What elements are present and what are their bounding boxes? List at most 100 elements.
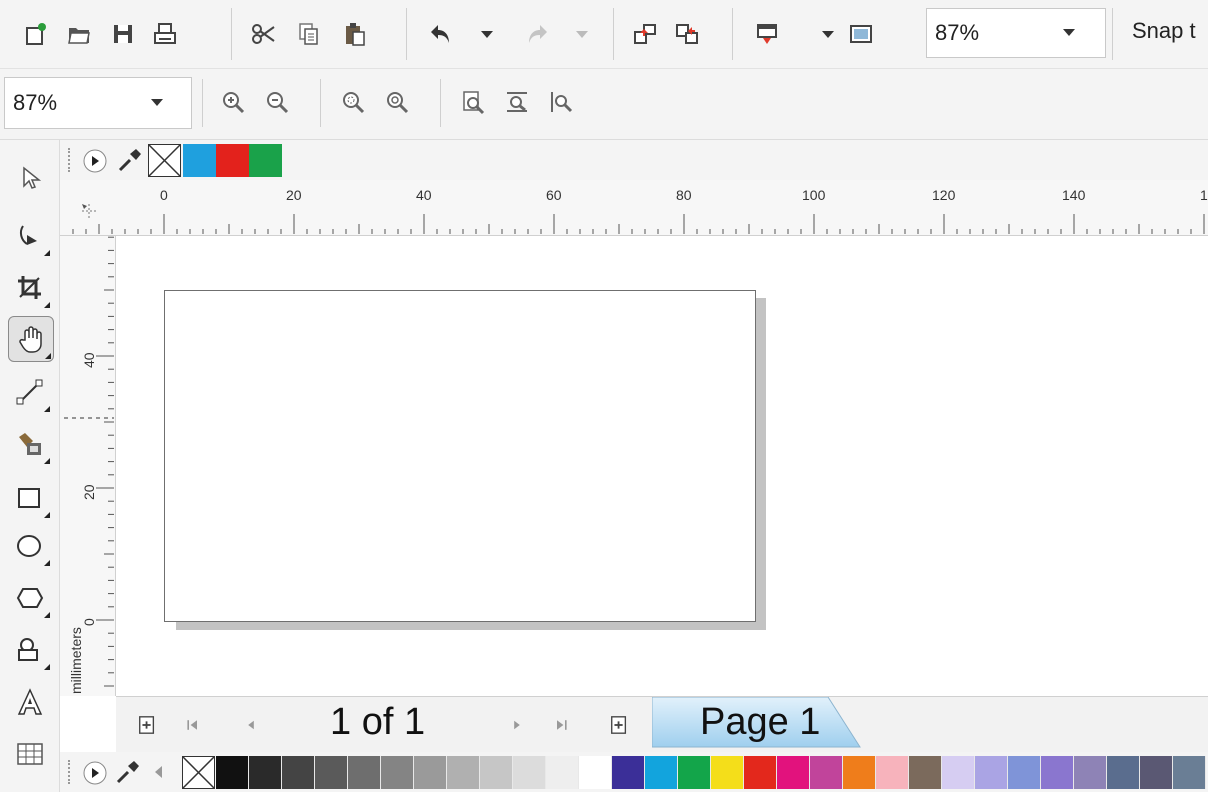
palette-color-swatch[interactable] xyxy=(744,756,777,789)
palette-color-swatch[interactable] xyxy=(612,756,645,789)
rectangle-tool-icon[interactable] xyxy=(8,476,52,520)
palette-color-swatch[interactable] xyxy=(777,756,810,789)
freehand-tool-icon[interactable] xyxy=(8,370,52,414)
palette-grip[interactable] xyxy=(68,148,72,172)
ruler-tick-label: 40 xyxy=(416,187,432,203)
palette-color-swatch[interactable] xyxy=(1173,756,1206,789)
palette-color-swatch[interactable] xyxy=(711,756,744,789)
palette-color-swatch[interactable] xyxy=(810,756,843,789)
copy-icon[interactable] xyxy=(292,0,326,68)
document-color-swatch[interactable] xyxy=(249,144,282,177)
palette-color-swatch[interactable] xyxy=(1008,756,1041,789)
document-color-swatch[interactable] xyxy=(216,144,249,177)
palette-grip[interactable] xyxy=(68,760,72,784)
palette-color-swatch[interactable] xyxy=(876,756,909,789)
zoom-in-icon[interactable] xyxy=(216,69,250,135)
page-tab[interactable]: Page 1 xyxy=(652,697,862,749)
palette-color-swatch[interactable] xyxy=(942,756,975,789)
scroll-left-icon[interactable] xyxy=(152,762,166,782)
palette-color-swatch[interactable] xyxy=(216,756,249,789)
palette-color-swatch[interactable] xyxy=(1041,756,1074,789)
palette-color-swatch[interactable] xyxy=(1074,756,1107,789)
eyedropper-icon[interactable] xyxy=(114,758,142,786)
palette-color-swatch[interactable] xyxy=(909,756,942,789)
previous-page-icon[interactable] xyxy=(236,707,266,743)
palette-menu-icon[interactable] xyxy=(82,760,108,786)
paste-icon[interactable] xyxy=(338,0,372,68)
redo-dropdown-icon[interactable] xyxy=(576,31,588,38)
undo-icon[interactable] xyxy=(424,0,458,68)
palette-color-swatch[interactable] xyxy=(1107,756,1140,789)
add-page-before-icon[interactable] xyxy=(132,707,162,743)
smart-fill-tool-icon[interactable] xyxy=(8,422,52,466)
palette-color-swatch[interactable] xyxy=(414,756,447,789)
palette-color-swatch[interactable] xyxy=(579,756,612,789)
horizontal-ruler[interactable]: 0 20 40 60 80 100 120 140 1 xyxy=(60,180,1208,236)
eyedropper-icon[interactable] xyxy=(116,146,144,174)
next-page-icon[interactable] xyxy=(502,707,532,743)
table-tool-icon[interactable] xyxy=(8,732,52,776)
undo-dropdown-icon[interactable] xyxy=(481,31,493,38)
palette-color-swatch[interactable] xyxy=(447,756,480,789)
import-icon[interactable] xyxy=(628,0,662,68)
zoom-toolbar-combo[interactable]: 87% xyxy=(4,77,192,129)
document-color-swatch[interactable] xyxy=(183,144,216,177)
pan-tool-icon[interactable] xyxy=(8,316,54,362)
publish-dropdown-icon[interactable] xyxy=(822,31,834,38)
palette-color-swatch[interactable] xyxy=(381,756,414,789)
palette-color-swatch[interactable] xyxy=(645,756,678,789)
no-color-swatch[interactable] xyxy=(182,756,215,789)
zoom-level-value: 87% xyxy=(935,20,980,45)
zoom-out-icon[interactable] xyxy=(260,69,294,135)
zoom-to-page-height-icon[interactable] xyxy=(544,69,578,135)
ellipse-tool-icon[interactable] xyxy=(8,524,52,568)
palette-color-swatch[interactable] xyxy=(975,756,1008,789)
open-folder-icon[interactable] xyxy=(62,0,96,68)
first-page-icon[interactable] xyxy=(178,707,208,743)
palette-color-swatch[interactable] xyxy=(348,756,381,789)
ruler-tick-label: 0 xyxy=(81,618,97,626)
ruler-tick-label: 140 xyxy=(1062,187,1086,203)
no-color-swatch[interactable] xyxy=(148,144,181,177)
ruler-tick-label: 0 xyxy=(160,187,168,203)
pick-tool-icon[interactable] xyxy=(8,156,52,200)
palette-color-swatch[interactable] xyxy=(546,756,579,789)
drawing-page[interactable] xyxy=(164,290,756,622)
basic-shapes-tool-icon[interactable] xyxy=(8,628,52,672)
palette-color-swatch[interactable] xyxy=(315,756,348,789)
zoom-to-page-width-icon[interactable] xyxy=(500,69,534,135)
add-page-after-icon[interactable] xyxy=(604,707,634,743)
drawing-canvas[interactable] xyxy=(116,236,1208,696)
zoom-level-combo[interactable]: 87% xyxy=(926,8,1106,58)
text-tool-icon[interactable] xyxy=(8,680,52,724)
zoom-toolbar: 87% xyxy=(0,68,1208,140)
palette-color-swatch[interactable] xyxy=(249,756,282,789)
print-icon[interactable] xyxy=(148,0,182,68)
palette-menu-icon[interactable] xyxy=(82,148,108,174)
crop-tool-icon[interactable] xyxy=(8,266,52,310)
snap-to-button[interactable]: Snap t xyxy=(1132,18,1196,44)
last-page-icon[interactable] xyxy=(546,707,576,743)
palette-color-swatch[interactable] xyxy=(513,756,546,789)
polygon-tool-icon[interactable] xyxy=(8,576,52,620)
zoom-toolbar-dropdown-icon[interactable] xyxy=(151,99,163,106)
vertical-ruler[interactable]: 40 20 0 millimeters xyxy=(60,236,116,696)
palette-color-swatch[interactable] xyxy=(843,756,876,789)
palette-color-swatch[interactable] xyxy=(678,756,711,789)
palette-color-swatch[interactable] xyxy=(480,756,513,789)
export-icon[interactable] xyxy=(670,0,704,68)
ruler-tick-label: 100 xyxy=(802,187,826,203)
palette-color-swatch[interactable] xyxy=(1140,756,1173,789)
zoom-dropdown-icon[interactable] xyxy=(1063,29,1075,36)
zoom-to-all-objects-icon[interactable] xyxy=(380,69,414,135)
zoom-to-selected-icon[interactable] xyxy=(336,69,370,135)
palette-color-swatch[interactable] xyxy=(282,756,315,789)
save-icon[interactable] xyxy=(106,0,140,68)
shape-tool-icon[interactable] xyxy=(8,214,52,258)
welcome-screen-icon[interactable] xyxy=(844,0,878,68)
zoom-to-page-icon[interactable] xyxy=(456,69,490,135)
redo-icon[interactable] xyxy=(520,0,554,68)
cut-icon[interactable] xyxy=(246,0,280,68)
publish-pdf-icon[interactable] xyxy=(750,0,784,68)
new-document-icon[interactable] xyxy=(18,0,52,68)
